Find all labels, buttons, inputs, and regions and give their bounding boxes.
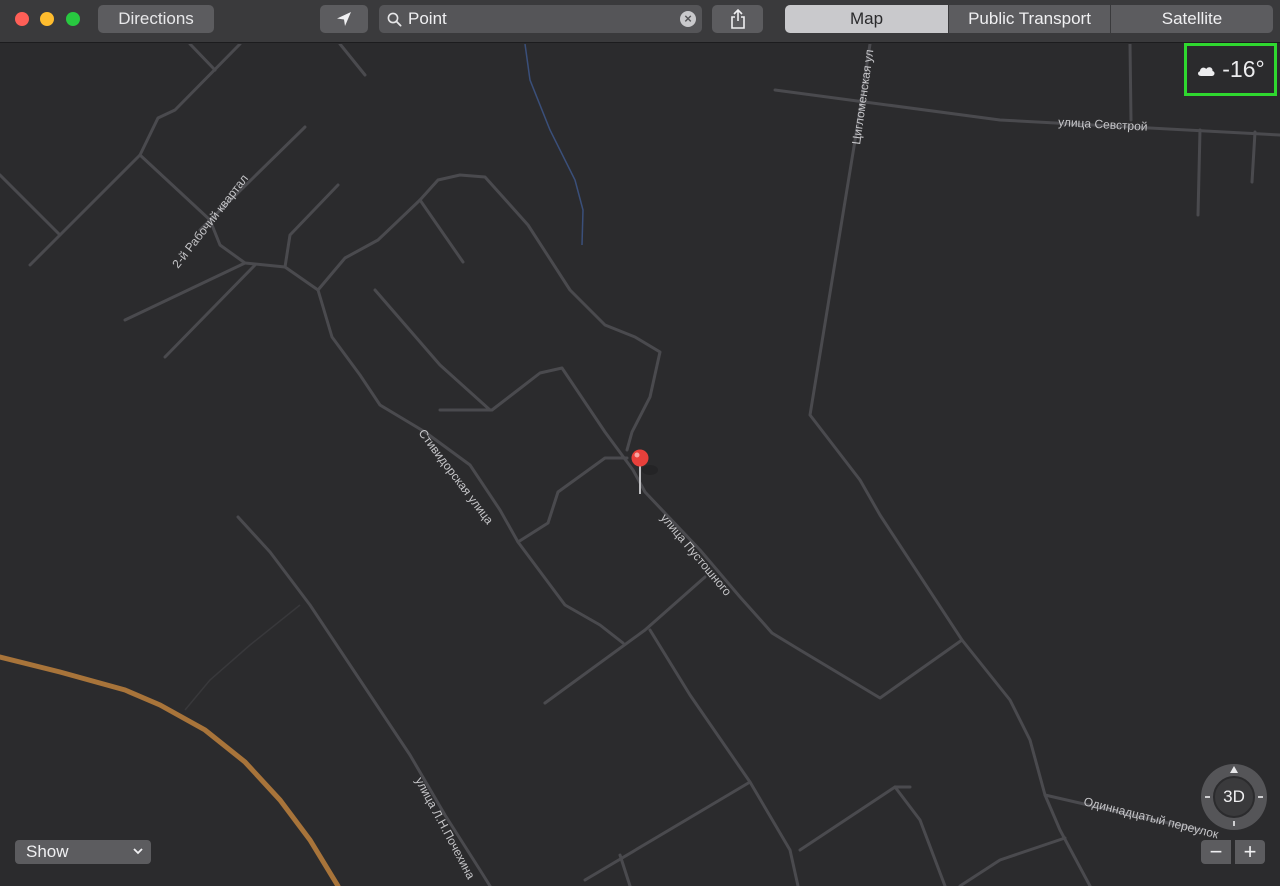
compass-control[interactable]: 3D <box>1201 764 1267 830</box>
map-type-satellite[interactable]: Satellite <box>1111 5 1273 33</box>
search-input[interactable] <box>408 8 668 30</box>
map-type-public-transport[interactable]: Public Transport <box>949 5 1111 33</box>
minimize-window-button[interactable] <box>40 12 54 26</box>
3d-button[interactable]: 3D <box>1213 776 1255 818</box>
compass-tick <box>1205 796 1210 798</box>
show-dropdown-label: Show <box>26 842 69 861</box>
share-icon <box>730 9 745 29</box>
map-type-map[interactable]: Map <box>785 5 949 33</box>
location-arrow-icon <box>337 12 351 26</box>
share-button[interactable] <box>712 5 763 33</box>
cloud-icon <box>1198 66 1215 76</box>
directions-button[interactable]: Directions <box>98 5 214 33</box>
clear-search-icon[interactable]: × <box>680 11 696 27</box>
weather-indicator[interactable]: -16° <box>1184 43 1277 96</box>
show-dropdown[interactable]: Show <box>15 840 151 864</box>
compass-tick <box>1233 821 1235 826</box>
chevron-down-icon <box>133 848 143 855</box>
close-window-button[interactable] <box>15 12 29 26</box>
maximize-window-button[interactable] <box>66 12 80 26</box>
map-type-selector: Map Public Transport Satellite <box>785 5 1273 33</box>
current-location-button[interactable] <box>320 5 368 33</box>
search-icon <box>387 12 402 27</box>
temperature-label: -16° <box>1222 56 1265 82</box>
compass-tick <box>1258 796 1263 798</box>
search-field[interactable]: × <box>379 5 702 33</box>
zoom-in-button[interactable]: + <box>1235 839 1265 864</box>
north-indicator-icon <box>1230 766 1238 773</box>
toolbar: Directions × Map Public Transport Satell… <box>0 0 1280 43</box>
zoom-out-button[interactable]: − <box>1201 839 1231 864</box>
map-canvas[interactable]: Цигломенская ул улица Севстрой 2-й Рабоч… <box>0 44 1280 886</box>
